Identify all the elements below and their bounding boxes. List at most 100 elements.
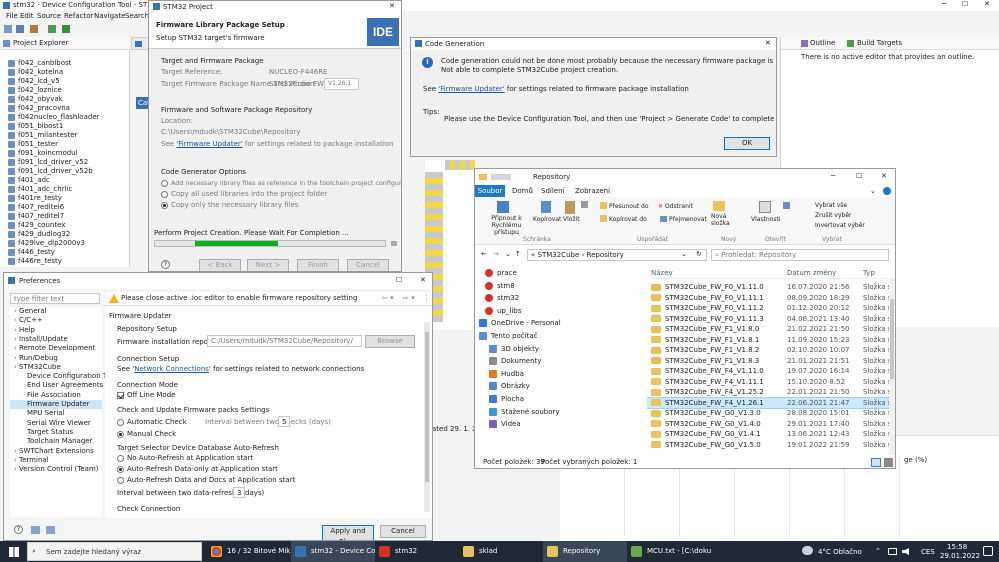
explorer-minimize-button[interactable]: ─ (831, 172, 835, 181)
nav-item[interactable]: Stažené soubory (475, 406, 640, 418)
refresh-icon[interactable]: ↻ (696, 250, 702, 259)
codegen-option-2[interactable]: Copy all used libraries into the project… (161, 190, 327, 199)
copy-button[interactable]: Kopírovat (533, 215, 561, 224)
move-to-icon[interactable] (600, 202, 607, 209)
nav-back-icon[interactable]: ⇦ ▾ (382, 294, 394, 303)
next-button[interactable]: Next > (247, 259, 289, 271)
paste-icon[interactable] (565, 201, 575, 214)
project-item[interactable]: f042_lcd_v5 (0, 77, 130, 86)
details-view-icon[interactable] (871, 458, 881, 467)
outline-tab[interactable]: Outline (810, 39, 835, 48)
nav-item[interactable]: Dokumenty (475, 355, 640, 367)
progress-stop-icon[interactable] (391, 241, 397, 246)
codegen-option-1[interactable]: Add necessary library files as reference… (161, 179, 401, 188)
nav-back-arrow-icon[interactable]: ← (481, 250, 487, 259)
project-item[interactable]: f042nucleo_flashloader (0, 113, 130, 122)
taskbar-app-stm32ide[interactable]: stm32 - Device Con... (291, 541, 375, 562)
recent-dropdown-icon[interactable]: ⌄ (505, 250, 511, 259)
nav-item[interactable]: Tento počítač (475, 330, 640, 342)
file-row[interactable]: STM32Cube_FW_F1_V1.8.3 21.01.2021 21:51 Sl… (647, 356, 895, 366)
project-item[interactable]: f091_lcd_driver_v52 (0, 158, 130, 167)
project-item[interactable]: f407_reditel6 (0, 203, 130, 212)
file-row[interactable]: STM32Cube_FW_G0_V1.5.0 19.01.2022 21:59 Sl… (647, 440, 895, 450)
ide-close-button[interactable]: ✕ (984, 0, 990, 9)
manual-check-radio[interactable]: Manual Check (117, 430, 176, 439)
notification-icon[interactable] (983, 546, 993, 556)
file-row[interactable]: STM32Cube_FW_G0_V1.4.0 29.01.2021 17:40 Sl… (647, 419, 895, 429)
pref-tree-item[interactable]: Device Configuration To (10, 372, 110, 381)
pref-tree-item[interactable]: Firmware Updater (10, 400, 102, 409)
taskbar-app-sklad[interactable]: sklad (459, 541, 543, 562)
file-row[interactable]: STM32Cube_FW_F4_V1.11.1 15.10.2020 8:52 Sl… (647, 377, 895, 387)
pref-tree-item[interactable]: › General (10, 307, 102, 316)
build-targets-tab[interactable]: Build Targets (857, 39, 902, 48)
export-icon[interactable] (46, 526, 55, 534)
project-item[interactable]: f446re_testy (0, 257, 130, 266)
address-dropdown-icon[interactable]: ⌄ (681, 250, 687, 259)
properties-icon[interactable] (759, 201, 771, 213)
address-bar[interactable]: « STM32Cube › Repository (527, 249, 707, 261)
nav-item[interactable]: Obrázky (475, 380, 640, 392)
explorer-search-input[interactable]: ⌕ Prohledat: Repository (711, 249, 889, 261)
file-row[interactable]: STM32Cube_FW_G0_V1.3.0 28.08.2020 15:01 Sl… (647, 408, 895, 418)
scissors-icon[interactable] (581, 201, 588, 208)
menu-navigate[interactable]: Navigate (94, 12, 125, 21)
new-folder-button[interactable]: Nová složka (711, 213, 733, 227)
project-item[interactable]: f401_adc_chrlic (0, 185, 130, 194)
tab-zobrazeni[interactable]: Zobrazení (575, 187, 610, 196)
no-refresh-radio[interactable]: No Auto-Refresh at Application start (117, 454, 253, 463)
taskbar-app-chrome[interactable]: 16 / 32 Bitové Mikr... (207, 541, 291, 562)
codegen-option-3[interactable]: Copy only the necessary library files (161, 201, 299, 210)
pref-tree-item[interactable]: › SWTChart Extensions (10, 447, 102, 456)
language-indicator[interactable]: CES (921, 548, 935, 557)
repo-path-input[interactable]: C:/Users/mdudk/STM32Cube/Repository/ (207, 335, 362, 347)
delete-button[interactable]: ✕ Odstranit (658, 202, 693, 211)
file-list-scrollbar[interactable] (889, 279, 895, 455)
project-item[interactable]: f429_dudlog32 (0, 230, 130, 239)
project-item[interactable]: f051_blbost1 (0, 122, 130, 131)
toolbar-run-icon[interactable] (62, 25, 70, 33)
pref-tree-item[interactable]: › Help (10, 326, 102, 335)
auto-check-radio[interactable]: Automatic Check (117, 418, 187, 427)
nav-item[interactable]: OneDrive - Personal (475, 317, 640, 329)
column-type[interactable]: Typ (863, 269, 875, 278)
start-button[interactable] (9, 547, 19, 557)
nav-item[interactable]: Videa (475, 418, 640, 430)
pref-tree-item[interactable]: › Terminal (10, 456, 102, 465)
codegen-close-button[interactable]: ✕ (765, 39, 771, 48)
menu-refactor[interactable]: Refactor (64, 12, 93, 21)
nav-item[interactable]: Plocha (475, 393, 640, 405)
project-item[interactable]: f091_lcd_driver_v52b (0, 167, 130, 176)
project-item[interactable]: f042_obyvak (0, 95, 130, 104)
preferences-scrollbar[interactable] (424, 322, 430, 512)
ide-minimize-button[interactable]: ─ (942, 0, 946, 9)
pref-tree-item[interactable]: MPU Serial (10, 409, 102, 418)
menu-source[interactable]: Source (37, 12, 61, 21)
network-icon[interactable] (888, 548, 897, 555)
pref-tree-item[interactable]: File Association (10, 391, 102, 400)
fw-updater-link[interactable]: 'Firmware Updater' (176, 140, 242, 148)
copy-icon[interactable] (541, 201, 551, 213)
project-item[interactable]: f042_kotelna (0, 68, 130, 77)
select-none-button[interactable]: Zrušit výběr (815, 211, 852, 220)
rename-icon[interactable] (660, 216, 667, 222)
pin-button[interactable]: Připnout k Rychlému přístupu (479, 215, 534, 236)
ribbon-expand-icon[interactable]: ⌄ (870, 187, 876, 196)
pref-tree-item[interactable]: › Run/Debug (10, 354, 102, 363)
toolbar-new-icon[interactable] (4, 25, 12, 33)
filter-input[interactable]: type filter text (10, 293, 100, 304)
rename-button[interactable]: Přejmenovat (669, 215, 707, 224)
back-button[interactable]: < Back (199, 259, 241, 271)
project-item[interactable]: f429lve_dlp2000v3 (0, 239, 130, 248)
toolbar-save-icon[interactable] (16, 25, 24, 33)
menu-search[interactable]: Search (125, 12, 149, 21)
file-row[interactable]: STM32Cube_FW_F1_V1.8.1 11.09.2020 15:23 Sl… (647, 335, 895, 345)
breadcrumb-repository[interactable]: Repository (587, 251, 624, 259)
project-item[interactable]: f051_milantester (0, 131, 130, 140)
project-dialog-close-button[interactable]: ✕ (389, 2, 395, 11)
toolbar-build-icon[interactable] (30, 25, 38, 33)
preferences-maximize-button[interactable]: ☐ (396, 276, 402, 285)
pref-tree-item[interactable]: › Version Control (Team) (10, 465, 102, 474)
pref-tree-item[interactable]: › C/C++ (10, 316, 102, 325)
pref-help-icon[interactable]: ? (14, 525, 23, 534)
